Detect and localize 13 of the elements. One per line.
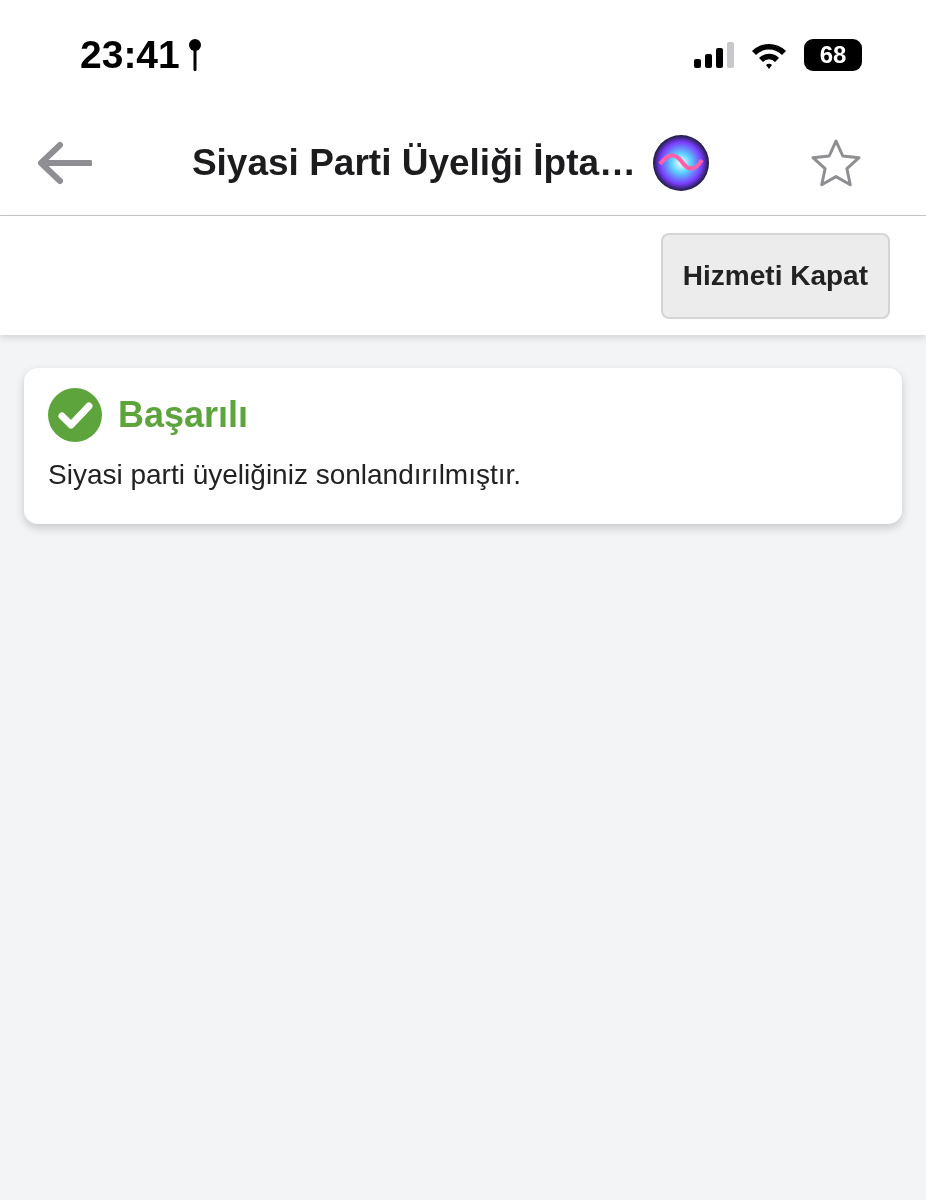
star-icon[interactable] (810, 137, 862, 188)
status-time: 23:41 (80, 31, 180, 78)
close-service-button[interactable]: Hizmeti Kapat (660, 232, 890, 319)
location-pin-icon (187, 38, 202, 72)
signal-icon (694, 42, 734, 68)
wifi-icon (750, 41, 788, 69)
battery-indicator: 68 (804, 39, 862, 71)
page-title: Siyasi Parti Üyeliği İpta… (191, 140, 637, 185)
voice-assistant-icon[interactable] (652, 133, 711, 192)
alert-message: Siyasi parti üyeliğiniz sonlandırılmıştır. (48, 458, 523, 492)
back-arrow-icon[interactable] (36, 140, 92, 185)
check-circle-icon (48, 388, 102, 442)
alert-title: Başarılı (118, 393, 249, 437)
